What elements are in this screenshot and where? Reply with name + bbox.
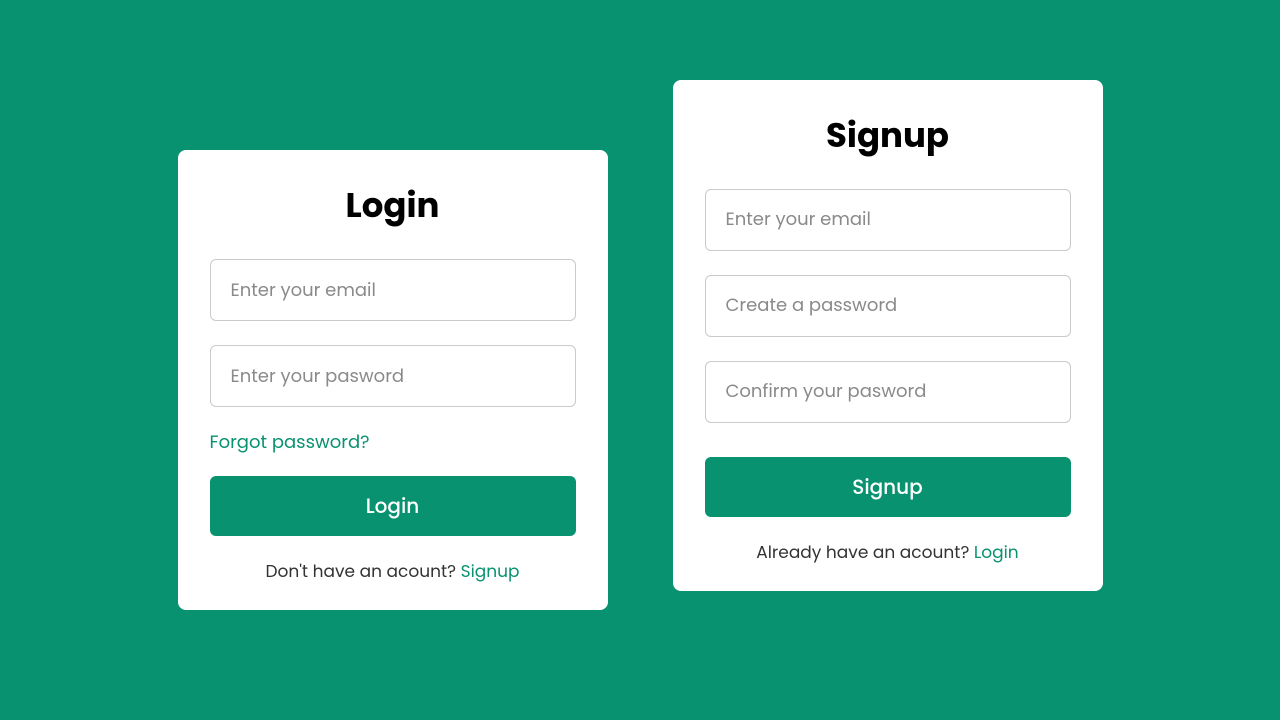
login-title: Login bbox=[210, 180, 576, 231]
forgot-password-link[interactable]: Forgot password? bbox=[210, 429, 576, 456]
signup-card: Signup Signup Already have an acount? Lo… bbox=[673, 80, 1103, 591]
signup-footer: Already have an acount? Login bbox=[705, 539, 1071, 565]
signup-password-input[interactable] bbox=[705, 275, 1071, 337]
login-password-input[interactable] bbox=[210, 345, 576, 407]
login-footer-text: Don't have an acount? bbox=[265, 559, 460, 583]
login-email-input[interactable] bbox=[210, 259, 576, 321]
spacer bbox=[705, 447, 1071, 457]
login-card: Login Forgot password? Login Don't have … bbox=[178, 150, 608, 610]
signup-title: Signup bbox=[705, 110, 1071, 161]
signup-confirm-input[interactable] bbox=[705, 361, 1071, 423]
login-link[interactable]: Login bbox=[974, 540, 1019, 564]
login-footer: Don't have an acount? Signup bbox=[210, 558, 576, 584]
signup-footer-text: Already have an acount? bbox=[756, 540, 974, 564]
signup-link[interactable]: Signup bbox=[461, 559, 520, 583]
login-button[interactable]: Login bbox=[210, 476, 576, 536]
signup-email-input[interactable] bbox=[705, 189, 1071, 251]
signup-button[interactable]: Signup bbox=[705, 457, 1071, 517]
